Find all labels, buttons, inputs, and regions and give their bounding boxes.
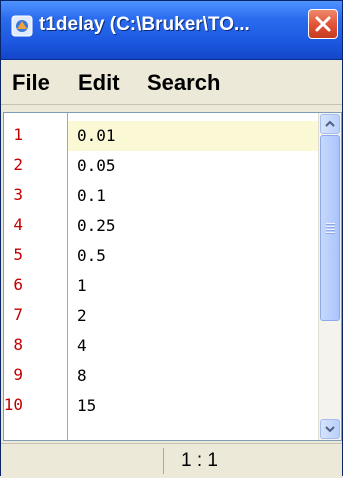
text-area[interactable]: 0.01 0.05 0.1 0.25 0.5 1 2 4 8 15 xyxy=(68,113,319,440)
scroll-up-button[interactable] xyxy=(320,114,340,134)
title-bar[interactable]: t1delay (C:\Bruker\TO... xyxy=(1,1,342,60)
status-bar: 1 : 1 xyxy=(1,443,342,478)
line-number: 3 xyxy=(13,185,23,204)
close-icon xyxy=(315,16,331,32)
text-line[interactable]: 0.1 xyxy=(77,186,106,205)
text-editor[interactable]: 1 2 3 4 5 6 7 8 9 10 0.01 0.05 0.1 0.25 … xyxy=(3,112,342,441)
menu-edit[interactable]: Edit xyxy=(78,70,120,96)
editor-window: t1delay (C:\Bruker\TO... File Edit Searc… xyxy=(0,0,343,478)
menu-file[interactable]: File xyxy=(12,70,50,96)
window-title: t1delay (C:\Bruker\TO... xyxy=(39,14,250,35)
line-number: 8 xyxy=(13,335,23,354)
line-number: 2 xyxy=(13,155,23,174)
vertical-scrollbar[interactable] xyxy=(318,113,341,440)
chevron-up-icon xyxy=(325,120,335,127)
line-number: 5 xyxy=(13,245,23,264)
text-line[interactable]: 1 xyxy=(77,276,87,295)
text-line[interactable]: 15 xyxy=(77,396,96,415)
menu-bar: File Edit Search xyxy=(1,60,342,105)
text-line[interactable]: 8 xyxy=(77,366,87,385)
text-line[interactable]: 0.25 xyxy=(77,216,116,235)
line-number: 1 xyxy=(13,125,23,144)
line-number: 9 xyxy=(13,365,23,384)
cursor-position: 1 : 1 xyxy=(181,450,218,471)
grip-icon xyxy=(326,223,335,235)
line-number: 7 xyxy=(13,305,23,324)
line-number: 6 xyxy=(13,275,23,294)
line-number: 4 xyxy=(13,215,23,234)
line-number-gutter: 1 2 3 4 5 6 7 8 9 10 xyxy=(4,113,68,440)
text-line[interactable]: 0.05 xyxy=(77,156,116,175)
scroll-down-button[interactable] xyxy=(320,419,340,439)
line-number: 10 xyxy=(3,395,23,414)
text-line[interactable]: 4 xyxy=(77,336,87,355)
menu-search[interactable]: Search xyxy=(147,70,220,96)
chevron-down-icon xyxy=(325,426,335,433)
text-line[interactable]: 2 xyxy=(77,306,87,325)
text-line[interactable]: 0.5 xyxy=(77,246,106,265)
app-icon xyxy=(11,15,33,37)
text-line[interactable]: 0.01 xyxy=(77,126,116,145)
status-divider xyxy=(163,448,164,474)
scrollbar-thumb[interactable] xyxy=(320,135,340,321)
close-button[interactable] xyxy=(308,9,338,39)
